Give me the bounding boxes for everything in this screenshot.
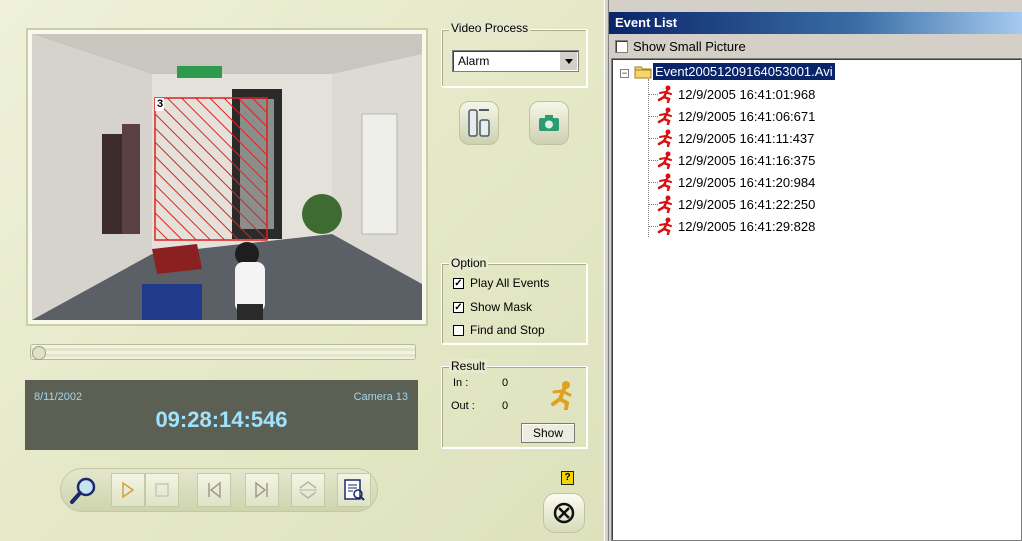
playback-date: 8/11/2002 — [34, 391, 83, 403]
running-man-icon — [657, 195, 672, 213]
event-list-title: Event List — [615, 15, 678, 30]
help-icon[interactable]: ? — [561, 471, 574, 485]
skip-back-button[interactable] — [197, 473, 231, 507]
event-timestamp: 12/9/2005 16:41:29:828 — [678, 219, 816, 234]
running-man-icon — [657, 129, 672, 147]
running-man-icon — [657, 151, 672, 169]
video-panel: 3 8/11/2002 Camera 13 09:28:14:546 Video… — [0, 0, 604, 541]
video-process-legend: Video Process — [449, 21, 531, 35]
play-all-events-label: Play All Events — [470, 276, 550, 290]
report-button[interactable] — [337, 473, 371, 507]
skip-forward-icon — [255, 481, 268, 499]
video-frame: 3 — [26, 28, 428, 326]
camera-icon — [539, 115, 559, 131]
close-button[interactable] — [543, 493, 585, 533]
stop-button[interactable] — [145, 473, 179, 507]
playback-time: 09:28:14:546 — [155, 407, 288, 432]
stop-icon — [155, 483, 169, 497]
option-legend: Option — [449, 256, 489, 270]
find-and-stop-checkbox[interactable] — [453, 325, 464, 336]
event-list-panel: Event List Show Small Picture − Event200… — [609, 0, 1022, 541]
event-file-node[interactable]: Event20051209164053001.Avi — [653, 63, 835, 80]
out-count: 0 — [502, 400, 509, 412]
skip-back-icon — [208, 481, 221, 499]
show-result-button[interactable]: Show — [521, 423, 575, 443]
result-legend: Result — [449, 359, 488, 373]
play-all-events-checkbox[interactable]: ✓ — [453, 278, 464, 289]
tools-button[interactable] — [459, 101, 499, 145]
playback-info: 8/11/2002 Camera 13 09:28:14:546 — [25, 380, 418, 450]
event-timestamp: 12/9/2005 16:41:06:671 — [678, 109, 816, 124]
running-man-icon — [551, 381, 572, 410]
show-small-picture-label: Show Small Picture — [633, 39, 746, 54]
play-button[interactable] — [111, 473, 145, 507]
folder-icon — [634, 66, 652, 79]
tree-line — [648, 79, 649, 237]
event-timestamp: 12/9/2005 16:41:16:375 — [678, 153, 816, 168]
seek-slider[interactable] — [30, 344, 416, 360]
running-man-icon — [657, 173, 672, 191]
event-tree[interactable]: − Event20051209164053001.Avi 12/9/2005 1… — [611, 58, 1022, 541]
running-man-icon — [657, 107, 672, 125]
event-timestamp: 12/9/2005 16:41:22:250 — [678, 197, 816, 212]
out-label: Out : — [451, 400, 475, 412]
event-timestamp: 12/9/2005 16:41:20:984 — [678, 175, 816, 190]
running-man-icon — [657, 217, 672, 235]
chevron-down-icon[interactable] — [559, 52, 577, 70]
show-small-picture-checkbox[interactable] — [615, 40, 628, 53]
video-view[interactable]: 3 — [32, 34, 422, 320]
seek-slider-handle[interactable] — [32, 346, 46, 360]
collapse-icon[interactable]: − — [620, 69, 629, 78]
running-man-icon — [657, 85, 672, 103]
up-down-icon — [299, 481, 317, 499]
show-mask-label: Show Mask — [470, 300, 533, 314]
video-scene — [32, 34, 422, 320]
event-timestamp: 12/9/2005 16:41:01:968 — [678, 87, 816, 102]
skip-forward-button[interactable] — [245, 473, 279, 507]
up-down-button[interactable] — [291, 473, 325, 507]
video-process-select[interactable]: Alarm — [452, 50, 579, 72]
video-process-value: Alarm — [458, 54, 490, 68]
event-timestamp: 12/9/2005 16:41:11:437 — [678, 131, 815, 146]
report-icon — [344, 479, 365, 501]
close-circle-icon — [553, 502, 575, 524]
find-and-stop-label: Find and Stop — [470, 323, 545, 337]
tools-icon — [468, 109, 490, 137]
camera-label: Camera 13 — [353, 391, 408, 403]
magnifier-icon[interactable] — [67, 473, 101, 507]
show-mask-checkbox[interactable]: ✓ — [453, 302, 464, 313]
play-icon — [122, 481, 135, 499]
mask-region-label: 3 — [157, 98, 164, 110]
in-label: In : — [453, 377, 469, 389]
camera-button[interactable] — [529, 101, 569, 145]
in-count: 0 — [502, 377, 509, 389]
event-list-titlebar: Event List — [609, 12, 1022, 34]
playback-controls — [60, 468, 378, 512]
